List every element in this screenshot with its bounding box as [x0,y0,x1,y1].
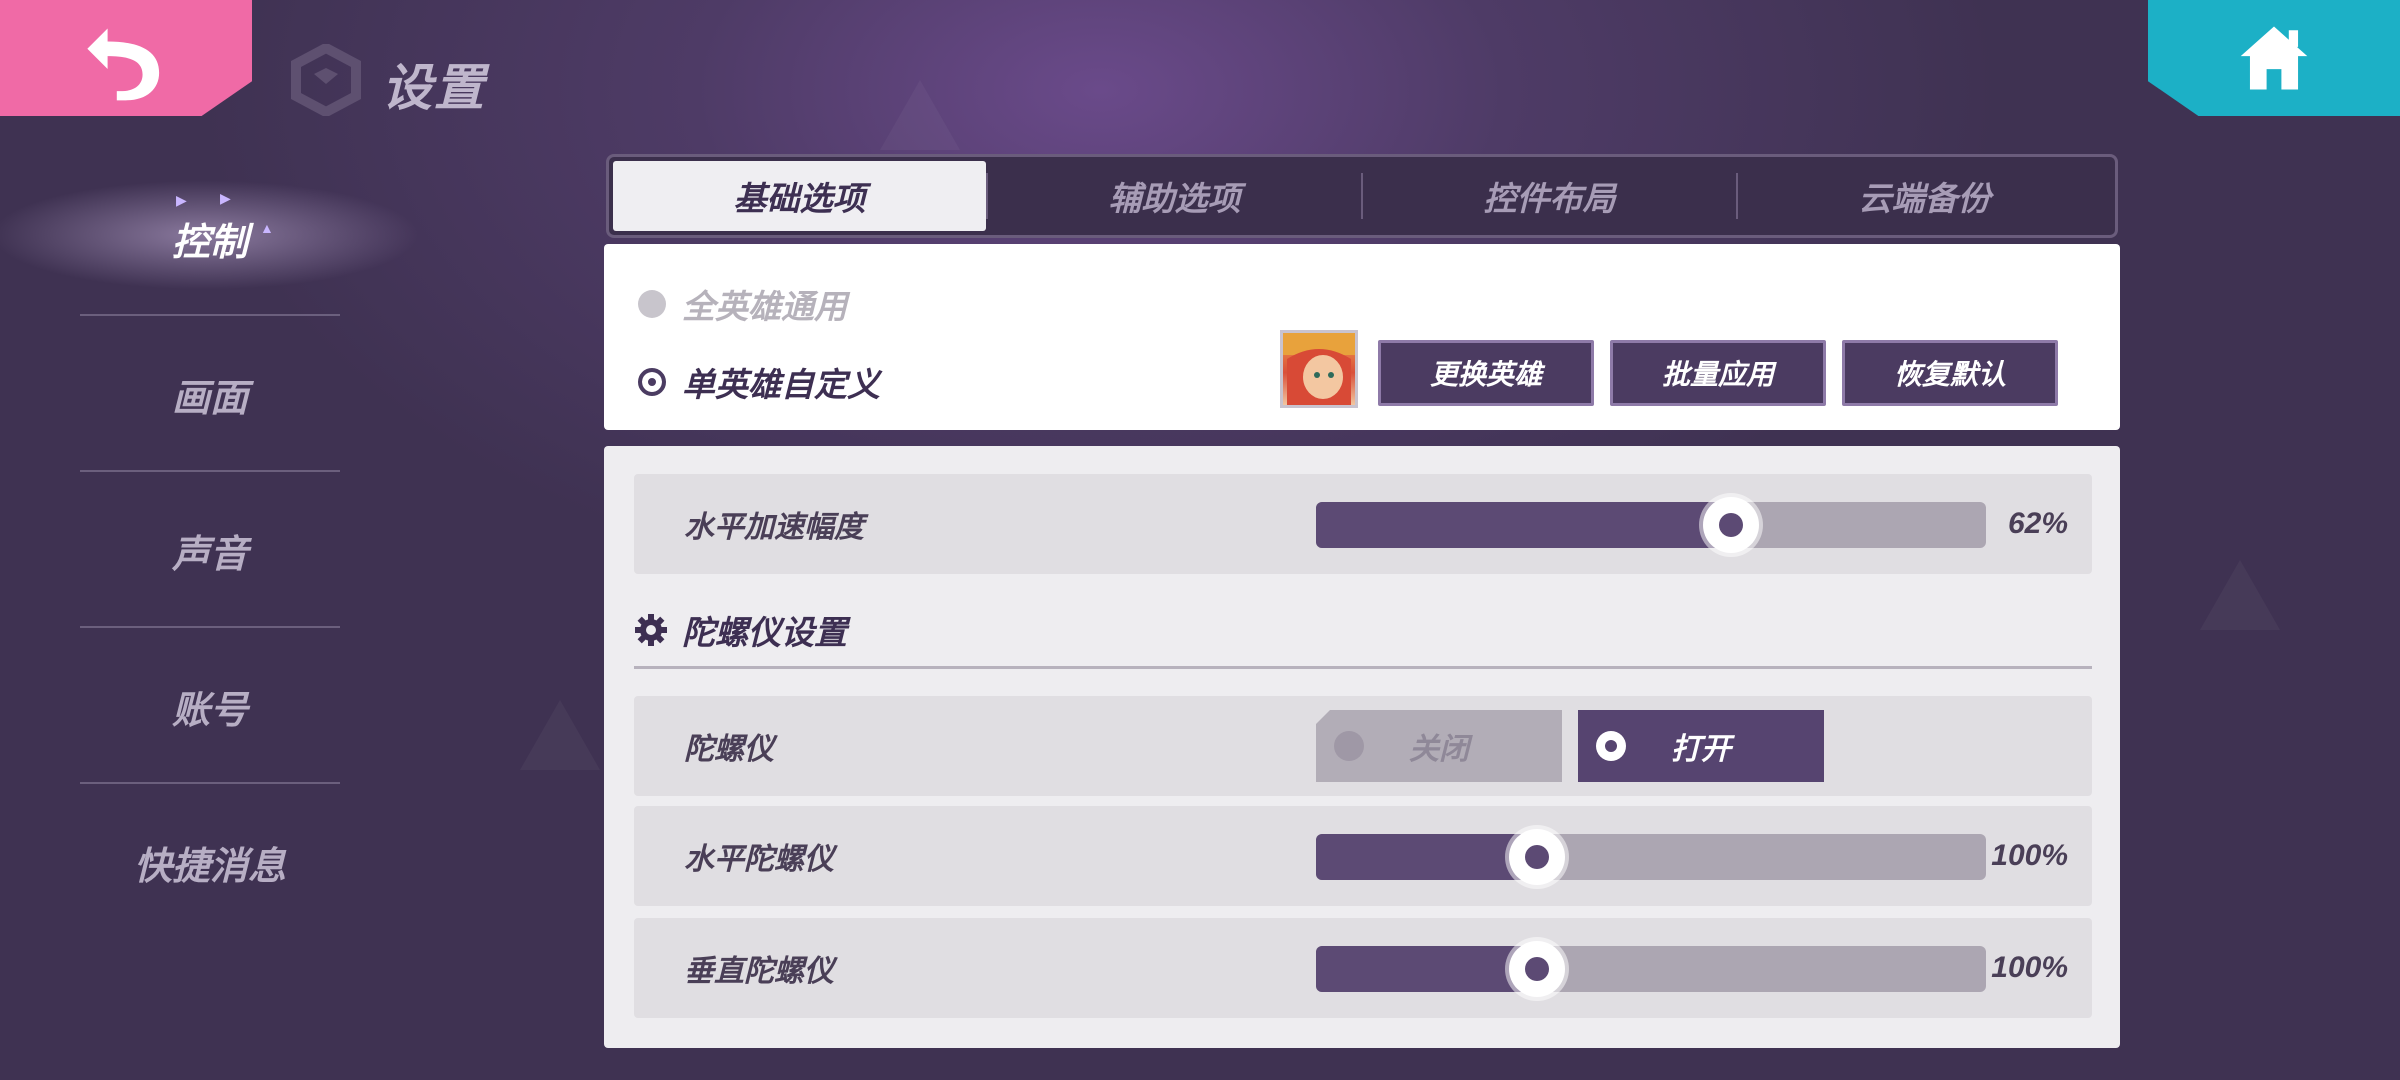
side-nav: 控制 ▶ ▶ ▲ 画面 声音 账号 快捷消息 [0,160,420,940]
restore-default-button[interactable]: 恢复默认 [1842,340,2058,406]
setting-label: 垂直陀螺仪 [684,955,834,988]
back-arrow-icon [87,28,160,101]
setting-label: 水平加速幅度 [684,511,864,544]
tab-basic-options[interactable]: 基础选项 [613,161,986,231]
horizontal-gyro-slider[interactable] [1316,829,1986,885]
radio-all-heroes[interactable]: 全英雄通用 [638,280,847,328]
radio-off-icon [638,290,666,318]
section-title: 陀螺仪设置 [682,614,847,651]
radio-single-hero[interactable]: 单英雄自定义 [638,358,880,406]
setting-row-horizontal-accel: 水平加速幅度 62% [634,474,2092,574]
radio-label: 全英雄通用 [682,288,847,325]
background-decoration [2200,560,2280,630]
setting-label: 陀螺仪 [684,733,774,766]
setting-row-gyro: 陀螺仪 关闭 打开 [634,696,2092,796]
hero-portrait-icon [1283,333,1355,405]
slider-value: 100% [1991,839,2068,872]
toggle-label: 关闭 [1409,733,1469,766]
change-hero-button[interactable]: 更换英雄 [1378,340,1594,406]
settings-panel[interactable]: 水平加速幅度 62% 陀螺仪设置 陀螺仪 关闭 打开 水平陀螺仪 100% 垂直… [604,446,2120,1048]
page-title: 设置 [382,60,486,116]
radio-label: 单英雄自定义 [682,366,880,403]
logo-icon [291,44,361,116]
gear-icon [635,614,667,646]
horizontal-accel-slider[interactable] [1316,497,1986,553]
back-button[interactable] [0,0,252,116]
setting-row-vertical-gyro: 垂直陀螺仪 100% [634,918,2092,1018]
toggle-label: 打开 [1671,733,1731,766]
background-decoration [880,80,960,150]
slider-knob[interactable] [1703,497,1760,553]
hero-avatar[interactable] [1280,330,1358,408]
home-button[interactable] [2148,0,2400,116]
slider-value: 100% [1991,951,2068,984]
sparkle-icon: ▶ [220,190,231,206]
tab-bar: 基础选项 辅助选项 控件布局 云端备份 [606,154,2118,238]
gyro-on-button[interactable]: 打开 [1578,710,1824,782]
hero-mode-card: 全英雄通用 单英雄自定义 更换英雄 批量应用 恢复默认 [604,244,2120,430]
nav-item-label: 账号 [171,689,248,732]
slider-knob[interactable] [1509,941,1566,997]
tab-assist-options[interactable]: 辅助选项 [988,161,1361,231]
slider-fill [1316,502,1732,548]
slider-fill [1316,834,1538,880]
nav-item-label: 快捷消息 [133,845,286,888]
tab-control-layout[interactable]: 控件布局 [1363,161,1736,231]
setting-row-horizontal-gyro: 水平陀螺仪 100% [634,806,2092,906]
background-decoration [520,700,600,770]
sparkle-icon: ▲ [260,220,274,236]
nav-item-label: 控制 [171,221,248,264]
tab-cloud-backup[interactable]: 云端备份 [1738,161,2111,231]
radio-off-icon [1334,731,1364,761]
radio-on-icon [638,368,666,396]
nav-item-account[interactable]: 账号 [60,628,360,784]
radio-on-icon [1596,731,1626,761]
slider-value: 62% [2007,507,2068,540]
nav-item-label: 声音 [171,533,248,576]
nav-item-sound[interactable]: 声音 [60,472,360,628]
slider-fill [1316,946,1538,992]
setting-label: 水平陀螺仪 [684,843,834,876]
nav-item-display[interactable]: 画面 [60,316,360,472]
batch-apply-button[interactable]: 批量应用 [1610,340,1826,406]
section-divider [634,666,2092,669]
nav-item-control[interactable]: 控制 ▶ ▶ ▲ [0,160,420,316]
slider-knob[interactable] [1509,829,1566,885]
vertical-gyro-slider[interactable] [1316,941,1986,997]
gyro-section-header: 陀螺仪设置 [634,606,847,654]
home-icon [2240,26,2308,90]
nav-item-label: 画面 [171,377,248,420]
sparkle-icon: ▶ [176,192,187,208]
gyro-off-button[interactable]: 关闭 [1316,710,1562,782]
nav-item-quick-message[interactable]: 快捷消息 [60,784,360,940]
